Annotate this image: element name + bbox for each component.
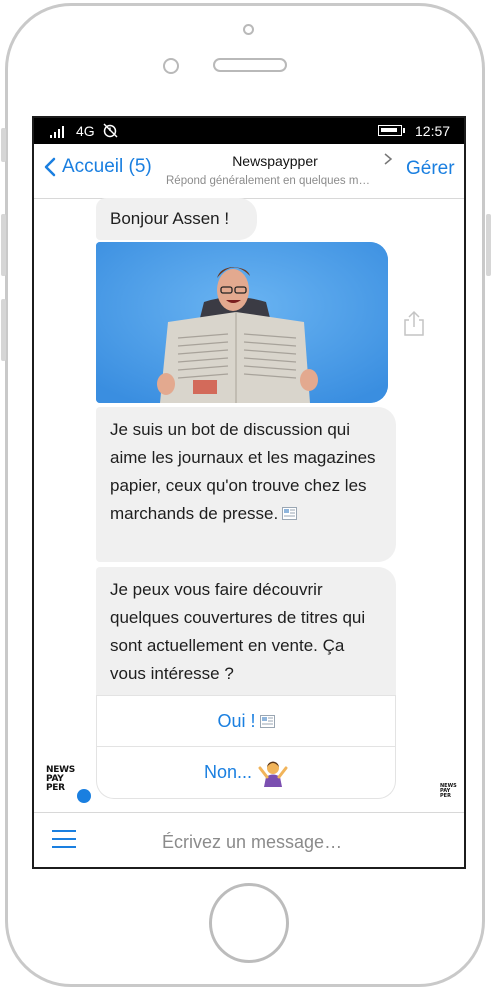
proximity-sensor bbox=[163, 58, 179, 74]
bot-avatar[interactable]: NEWS PAY PER bbox=[46, 766, 91, 804]
newspaper-emoji-icon bbox=[259, 714, 275, 728]
power-button bbox=[486, 214, 491, 276]
manage-button[interactable]: Gérer bbox=[406, 158, 455, 180]
message-offer: Je peux vous faire découvrir quelques co… bbox=[96, 567, 396, 695]
phone-screen: 4G 12:57 Accueil (5) Newspaypper Répond … bbox=[32, 116, 466, 869]
quick-reply-no-label: Non... bbox=[203, 762, 253, 782]
message-intro-text: Je suis un bot de discussion qui aime le… bbox=[110, 420, 376, 523]
conversation-title[interactable]: Newspaypper bbox=[166, 153, 384, 169]
quick-reply-yes-button[interactable]: Oui ! bbox=[96, 695, 396, 747]
signal-icon bbox=[50, 124, 64, 138]
back-button[interactable]: Accueil (5) bbox=[44, 156, 152, 178]
quick-reply-no-button[interactable]: Non... bbox=[96, 747, 396, 799]
chevron-right-icon[interactable] bbox=[383, 152, 393, 166]
newspaper-reader-illustration bbox=[96, 242, 388, 403]
status-bar: 4G 12:57 bbox=[34, 118, 464, 144]
chevron-left-icon bbox=[44, 157, 56, 177]
menu-icon[interactable] bbox=[52, 830, 76, 850]
seen-indicator-avatar: NEWS PAY PER bbox=[440, 783, 457, 799]
home-button[interactable] bbox=[209, 883, 289, 963]
clock: 12:57 bbox=[415, 123, 451, 139]
person-shrugging-emoji-icon bbox=[258, 761, 288, 787]
alarm-off-icon bbox=[103, 123, 118, 138]
share-icon[interactable] bbox=[402, 310, 426, 336]
newspaper-reader-gif[interactable] bbox=[96, 242, 388, 403]
message-greeting: Bonjour Assen ! bbox=[96, 198, 257, 240]
network-type: 4G bbox=[76, 123, 95, 139]
silent-switch bbox=[1, 128, 6, 162]
quick-reply-yes-label: Oui ! bbox=[217, 710, 256, 731]
volume-down-button bbox=[1, 299, 6, 361]
newspaper-emoji-icon bbox=[282, 507, 298, 520]
volume-up-button bbox=[1, 214, 6, 276]
messenger-badge-icon bbox=[77, 789, 91, 803]
back-label: Accueil (5) bbox=[62, 156, 152, 177]
chat-header: Accueil (5) Newspaypper Répond généralem… bbox=[34, 144, 464, 199]
message-composer bbox=[34, 812, 464, 867]
earpiece-speaker bbox=[213, 58, 287, 72]
message-input[interactable] bbox=[114, 825, 464, 859]
battery-icon bbox=[378, 125, 405, 136]
front-camera bbox=[243, 24, 254, 35]
message-intro: Je suis un bot de discussion qui aime le… bbox=[96, 407, 396, 562]
response-time-subtitle: Répond généralement en quelques m… bbox=[166, 175, 370, 187]
